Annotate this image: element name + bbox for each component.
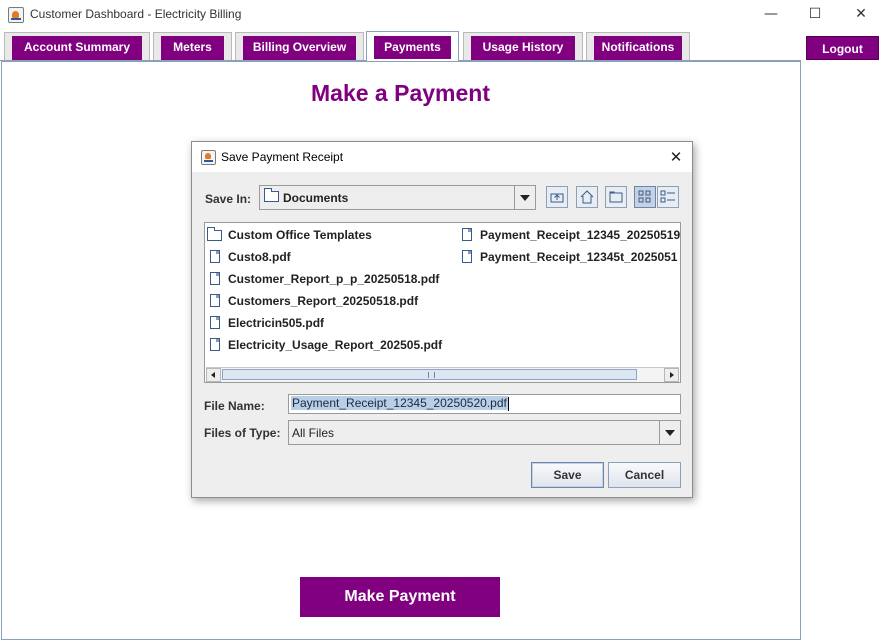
tab-meters[interactable]: Meters [153, 32, 232, 60]
close-icon[interactable]: ✕ [662, 144, 690, 170]
tab-label: Meters [161, 36, 224, 60]
save-in-label: Save In: [205, 192, 252, 206]
file-icon [210, 272, 220, 285]
list-view-button[interactable] [634, 186, 656, 208]
file-icon [462, 250, 472, 263]
java-app-icon [8, 7, 24, 23]
file-name-label: File Name: [204, 399, 265, 413]
scroll-right-button[interactable] [664, 368, 679, 382]
tab-account-summary[interactable]: Account Summary [4, 32, 150, 60]
grip-icon [428, 372, 435, 378]
file-name: Customers_Report_20250518.pdf [228, 294, 419, 308]
folder-icon [207, 227, 222, 241]
tab-label: Account Summary [12, 36, 142, 60]
chevron-left-icon [211, 372, 215, 378]
title-bar: Customer Dashboard - Electricity Billing… [0, 0, 885, 30]
tab-payments[interactable]: Payments [366, 31, 459, 61]
up-one-level-button[interactable] [546, 186, 568, 208]
tab-label: Billing Overview [243, 36, 356, 60]
file-icon [210, 316, 220, 329]
maximize-icon[interactable]: ☐ [792, 0, 838, 30]
list-view-icon [638, 190, 651, 203]
file-name-value: Payment_Receipt_12345_20250520.pdf [291, 396, 508, 410]
logout-button[interactable]: Logout [806, 36, 879, 60]
tab-usage-history[interactable]: Usage History [463, 32, 583, 60]
page-title: Make a Payment [311, 80, 490, 106]
tab-label: Usage History [471, 36, 575, 60]
scroll-left-button[interactable] [206, 368, 221, 382]
new-folder-icon [609, 191, 623, 203]
details-view-icon [660, 190, 675, 203]
dialog-title: Save Payment Receipt [221, 150, 344, 164]
horizontal-scrollbar[interactable] [206, 367, 679, 382]
details-view-button[interactable] [657, 186, 679, 208]
files-of-type-dropdown[interactable]: All Files [288, 420, 681, 445]
file-icon [462, 228, 472, 241]
cancel-button[interactable]: Cancel [608, 462, 681, 488]
make-payment-button[interactable]: Make Payment [300, 577, 500, 617]
file-name: Payment_Receipt_12345_20250519 [480, 228, 680, 242]
up-folder-icon [550, 193, 564, 203]
chevron-right-icon [670, 372, 674, 378]
folder-icon [264, 188, 279, 202]
tab-notifications[interactable]: Notifications [586, 32, 690, 60]
window-title: Customer Dashboard - Electricity Billing [30, 7, 242, 21]
tab-label: Notifications [594, 36, 682, 60]
file-name: Electricity_Usage_Report_202505.pdf [228, 338, 443, 352]
files-of-type-label: Files of Type: [204, 426, 281, 440]
file-name: Customer_Report_p_p_20250518.pdf [228, 272, 440, 286]
file-name: Custom Office Templates [228, 228, 372, 242]
file-column-2: Payment_Receipt_12345_20250519 Payment_R… [459, 223, 680, 367]
home-icon [580, 190, 594, 204]
save-in-dropdown[interactable]: Documents [259, 185, 536, 210]
file-name: Electricin505.pdf [228, 316, 325, 330]
file-icon [210, 250, 220, 263]
chevron-down-icon[interactable] [514, 186, 535, 209]
file-name-field[interactable]: Payment_Receipt_12345_20250520.pdf [288, 394, 681, 414]
new-folder-button[interactable] [605, 186, 627, 208]
dialog-title-bar: Save Payment Receipt ✕ [192, 142, 692, 172]
files-of-type-value: All Files [292, 426, 335, 440]
chevron-down-icon[interactable] [659, 421, 680, 444]
java-app-icon [201, 150, 216, 165]
home-button[interactable] [576, 186, 598, 208]
text-caret [507, 396, 509, 411]
save-button[interactable]: Save [531, 462, 604, 488]
file-name: Payment_Receipt_12345t_2025051 [480, 250, 678, 264]
file-list[interactable]: Custom Office Templates Custo8.pdf Custo… [204, 222, 681, 383]
minimize-icon[interactable]: — [748, 0, 794, 30]
file-icon [210, 338, 220, 351]
close-icon[interactable]: ✕ [838, 0, 884, 30]
file-name: Custo8.pdf [228, 250, 291, 264]
save-receipt-dialog: Save Payment Receipt ✕ Save In: Document… [191, 141, 693, 498]
tab-label: Payments [374, 36, 451, 59]
scrollbar-thumb[interactable] [222, 369, 637, 380]
tab-billing-overview[interactable]: Billing Overview [235, 32, 364, 60]
file-icon [210, 294, 220, 307]
save-in-value: Documents [283, 191, 349, 205]
